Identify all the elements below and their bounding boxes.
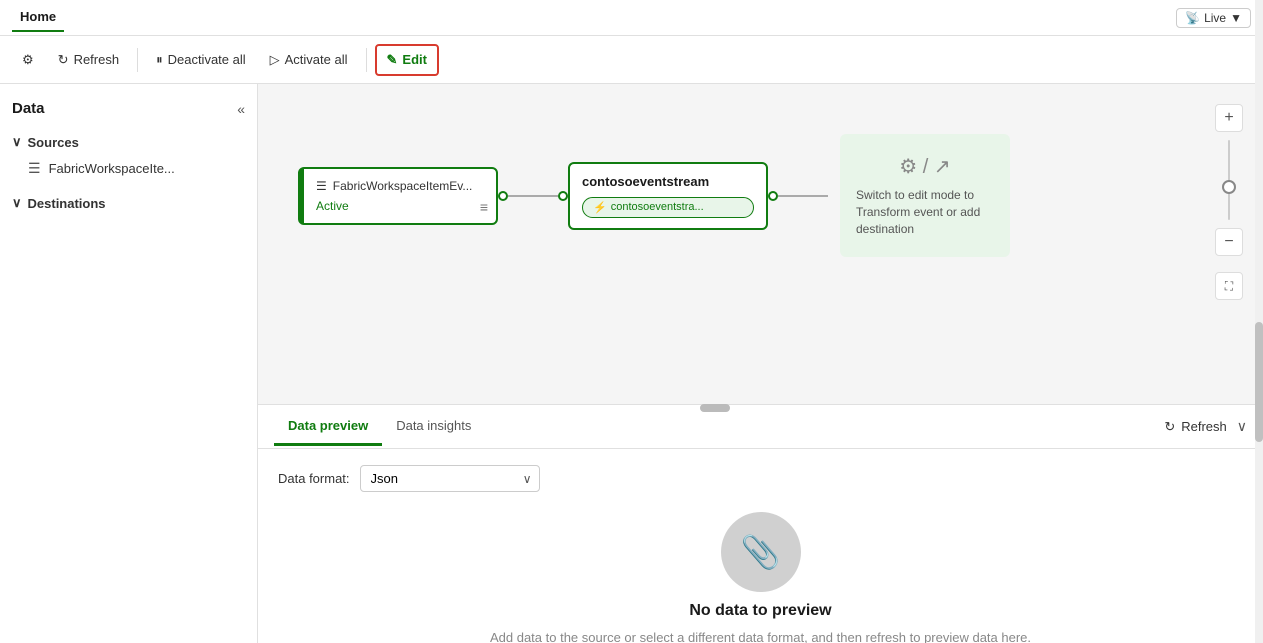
data-format-label: Data format: [278, 471, 350, 486]
toolbar-separator [137, 48, 138, 72]
activate-icon: ▷ [270, 52, 280, 68]
chip-icon: ⚡ [593, 201, 607, 214]
edit-button[interactable]: ✎ Edit [375, 44, 439, 76]
toolbar: ⚙ ↻ Refresh ⏸ Deactivate all ▷ Activate … [0, 36, 1263, 84]
live-button[interactable]: 📡 Live ▼ [1176, 8, 1251, 28]
connector-dot-1 [498, 191, 508, 201]
live-chevron: ▼ [1230, 11, 1242, 25]
zoom-in-button[interactable]: + [1215, 104, 1243, 132]
sources-header[interactable]: ∨ Sources [0, 129, 257, 155]
fullscreen-button[interactable]: ⛶ [1215, 272, 1243, 300]
main-node-title: contosoeventstream [582, 174, 754, 189]
source-node-menu-icon[interactable]: ≡ [480, 199, 488, 215]
bottom-refresh-button[interactable]: ↻ Refresh [1164, 419, 1226, 435]
activate-all-button[interactable]: ▷ Activate all [260, 46, 358, 74]
sidebar-title: Data [12, 100, 45, 117]
deactivate-label: Deactivate all [168, 52, 246, 67]
zoom-slider-track [1228, 140, 1230, 220]
source-node[interactable]: ☰ FabricWorkspaceItemEv... Active ≡ [298, 167, 498, 225]
no-data-title: No data to preview [689, 602, 831, 620]
refresh-button[interactable]: ↻ Refresh [48, 46, 129, 74]
data-format-row: Data format: Json CSV Avro Parquet ∨ [278, 465, 1243, 492]
v-scrollbar-thumb[interactable] [1255, 322, 1263, 442]
data-format-select[interactable]: Json CSV Avro Parquet [360, 465, 540, 492]
deactivate-icon: ⏸ [156, 52, 163, 68]
dest-hint-icons: ⚙ / ↗ [899, 154, 950, 179]
source-item-fabricworkspace[interactable]: ☰ FabricWorkspaceIte... [0, 155, 257, 182]
sidebar-header: Data « [0, 96, 257, 121]
connector-arrow [828, 195, 830, 197]
edit-label: Edit [402, 52, 427, 67]
canvas-area: ☰ FabricWorkspaceItemEv... Active ≡ cont… [258, 84, 1263, 643]
deactivate-all-button[interactable]: ⏸ Deactivate all [146, 46, 256, 74]
source-node-icon: ☰ [316, 179, 327, 193]
edit-icon: ✎ [387, 52, 398, 68]
main-node-chip: ⚡ contosoeventstra... [582, 197, 754, 218]
refresh-label: Refresh [74, 52, 120, 67]
source-node-status: Active [316, 199, 484, 213]
settings-icon: ⚙ [22, 52, 34, 68]
bottom-panel: Data preview Data insights ↻ Refresh ∨ D… [258, 404, 1263, 643]
dest-hint-text: Switch to edit mode to Transform event o… [856, 187, 994, 237]
connector-dot-3 [768, 191, 778, 201]
connector-line-1 [508, 195, 558, 197]
no-data-icon: 📎 [721, 512, 801, 592]
destinations-chevron: ∨ [12, 195, 22, 211]
source-item-label: FabricWorkspaceIte... [49, 161, 175, 176]
source-node-name: FabricWorkspaceItemEv... [333, 179, 473, 193]
zoom-controls: + − ⛶ [1215, 104, 1243, 300]
connector-dot-2 [558, 191, 568, 201]
dest-gear-icon: ⚙ [899, 156, 917, 178]
tab-data-preview[interactable]: Data preview [274, 408, 382, 446]
sources-chevron: ∨ [12, 134, 22, 150]
title-bar: Home 📡 Live ▼ [0, 0, 1263, 36]
no-data-area: 📎 No data to preview Add data to the sou… [278, 512, 1243, 643]
v-scrollbar[interactable] [1255, 0, 1263, 643]
no-data-sub: Add data to the source or select a diffe… [490, 630, 1031, 643]
connector-main-to-dest [768, 191, 830, 201]
live-icon: 📡 [1185, 11, 1200, 25]
connector-line-2 [778, 195, 828, 197]
destinations-label: Destinations [28, 196, 106, 211]
destinations-section: ∨ Destinations [0, 190, 257, 216]
settings-button[interactable]: ⚙ [12, 46, 44, 74]
chip-label: contosoeventstra... [611, 201, 704, 213]
live-label: Live [1204, 11, 1226, 25]
source-item-icon: ☰ [28, 160, 41, 177]
tab-data-insights[interactable]: Data insights [382, 408, 485, 446]
collapse-sidebar-button[interactable]: « [237, 101, 245, 117]
main-node[interactable]: contosoeventstream ⚡ contosoeventstra... [568, 162, 768, 230]
sources-label: Sources [28, 135, 79, 150]
bottom-expand-button[interactable]: ∨ [1237, 418, 1247, 435]
data-format-select-wrapper: Json CSV Avro Parquet ∨ [360, 465, 540, 492]
no-data-paperclip-icon: 📎 [741, 533, 781, 571]
destinations-header[interactable]: ∨ Destinations [0, 190, 257, 216]
sidebar: Data « ∨ Sources ☰ FabricWorkspaceIte...… [0, 84, 258, 643]
bottom-refresh-label: Refresh [1181, 419, 1227, 434]
canvas[interactable]: ☰ FabricWorkspaceItemEv... Active ≡ cont… [258, 84, 1263, 404]
bottom-content: Data format: Json CSV Avro Parquet ∨ 📎 [258, 449, 1263, 643]
home-tab[interactable]: Home [12, 3, 64, 32]
flow-container: ☰ FabricWorkspaceItemEv... Active ≡ cont… [298, 134, 1010, 257]
refresh-icon: ↻ [58, 52, 69, 68]
sources-section: ∨ Sources ☰ FabricWorkspaceIte... [0, 129, 257, 182]
dest-hint-node: ⚙ / ↗ Switch to edit mode to Transform e… [840, 134, 1010, 257]
zoom-out-button[interactable]: − [1215, 228, 1243, 256]
bottom-tabs: Data preview Data insights ↻ Refresh ∨ [258, 405, 1263, 449]
zoom-slider-thumb[interactable] [1222, 180, 1236, 194]
activate-label: Activate all [285, 52, 348, 67]
source-node-header: ☰ FabricWorkspaceItemEv... [316, 179, 484, 193]
dest-sep: / [923, 156, 929, 178]
connector-source-to-main [498, 191, 568, 201]
dest-export-icon: ↗ [934, 156, 951, 178]
toolbar-separator-2 [366, 48, 367, 72]
bottom-refresh-icon: ↻ [1164, 419, 1175, 435]
h-scrollbar-thumb[interactable] [700, 404, 730, 412]
main-layout: Data « ∨ Sources ☰ FabricWorkspaceIte...… [0, 84, 1263, 643]
